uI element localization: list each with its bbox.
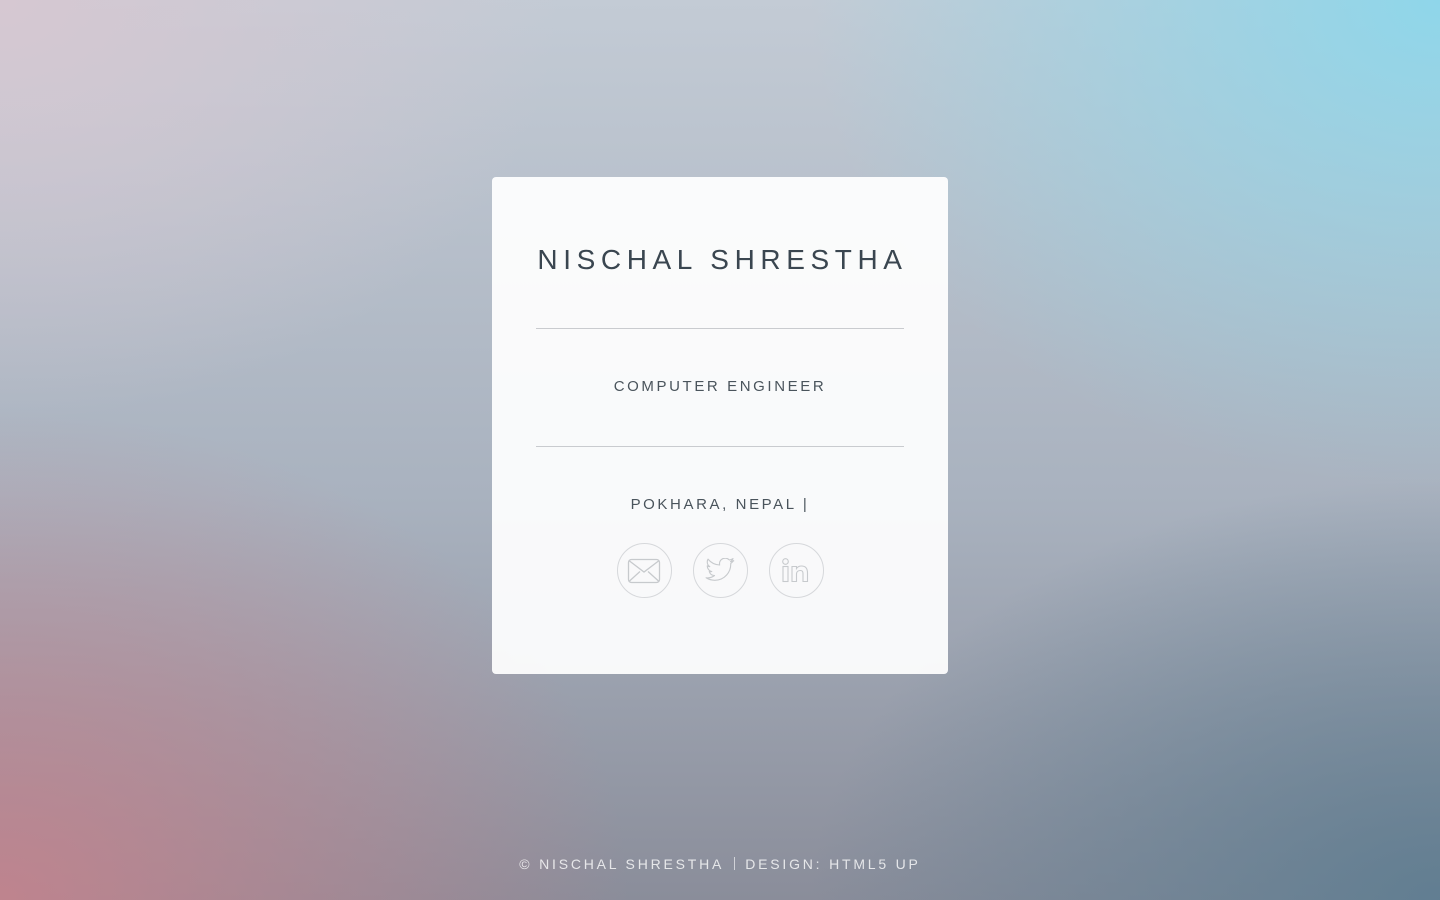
profile-location: POKHARA, NEPAL | [630,496,810,513]
twitter-icon [705,558,735,581]
profile-role: COMPUTER ENGINEER [613,378,827,395]
linkedin-icon [782,557,809,582]
footer-separator [734,857,736,870]
divider-top [536,328,904,329]
footer-design-link[interactable]: HTML5 UP [829,856,921,872]
footer-design-prefix: DESIGN: [745,856,830,872]
linkedin-link-button[interactable] [768,543,824,598]
envelope-icon [627,558,661,583]
page-footer: © NISCHAL SHRESTHA DESIGN: HTML5 UP [0,856,1440,872]
email-link-button[interactable] [616,543,672,598]
profile-name: NISCHAL SHRESTHA [537,244,908,275]
profile-card: NISCHAL SHRESTHA COMPUTER ENGINEER POKHA… [492,177,948,674]
twitter-link-button[interactable] [692,543,748,598]
social-links [492,543,948,598]
footer-copyright: © NISCHAL SHRESTHA [519,856,725,872]
divider-bottom [536,446,904,447]
